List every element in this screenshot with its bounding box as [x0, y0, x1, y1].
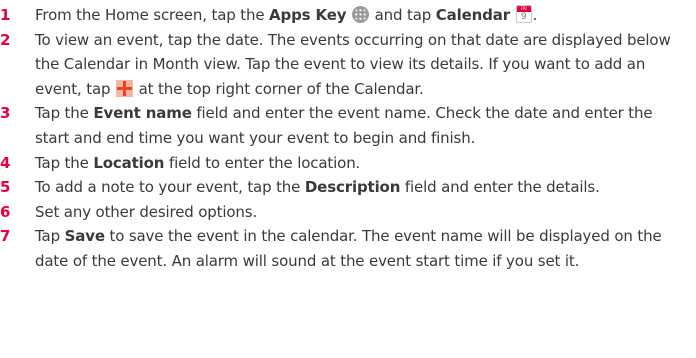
step-3: 3 Tap the Event name field and enter the…: [0, 101, 696, 150]
step-6: 6 Set any other desired options.: [0, 200, 696, 225]
step-number: 5: [0, 178, 11, 197]
instruction-steps: 1 From the Home screen, tap the Apps Key…: [0, 3, 696, 274]
step-2: 2 To view an event, tap the date. The ev…: [0, 28, 696, 102]
step-text: Tap the: [35, 104, 94, 123]
save-label: Save: [64, 227, 105, 246]
step-text: and tap: [374, 6, 436, 24]
step-text: Tap: [35, 227, 65, 246]
step-text: at the top right corner of the Calendar.: [133, 79, 424, 98]
step-5: 5 To add a note to your event, tap the D…: [0, 175, 696, 200]
location-label: Location: [93, 153, 165, 172]
calendar-label: Calendar: [435, 6, 510, 24]
calendar-app-icon: FRI 9: [515, 5, 532, 23]
step-number: 6: [0, 202, 11, 221]
step-number: 3: [0, 104, 11, 123]
step-number: 2: [0, 30, 11, 49]
step-4: 4 Tap the Location field to enter the lo…: [0, 151, 696, 176]
step-text: From the Home screen, tap the: [35, 6, 270, 24]
step-text: Set any other desired options.: [35, 202, 258, 221]
apps-key-icon: [352, 6, 370, 23]
step-text: field and enter the details.: [400, 178, 600, 197]
step-text: To add a note to your event, tap the: [35, 178, 305, 197]
step-number: 4: [0, 153, 11, 172]
add-plus-icon: [115, 79, 133, 97]
step-number: 7: [0, 227, 11, 246]
step-7: 7 Tap Save to save the event in the cale…: [0, 224, 696, 273]
step-1: 1 From the Home screen, tap the Apps Key…: [0, 3, 696, 28]
event-name-label: Event name: [93, 104, 192, 123]
step-text: field to enter the location.: [164, 153, 361, 172]
apps-key-label: Apps Key: [269, 6, 347, 24]
step-text: .: [532, 6, 538, 24]
step-number: 1: [0, 6, 11, 24]
description-label: Description: [304, 178, 401, 197]
step-text: to save the event in the calendar. The e…: [35, 227, 662, 270]
calendar-icon-day: 9: [520, 12, 527, 22]
step-text: Tap the: [35, 153, 94, 172]
